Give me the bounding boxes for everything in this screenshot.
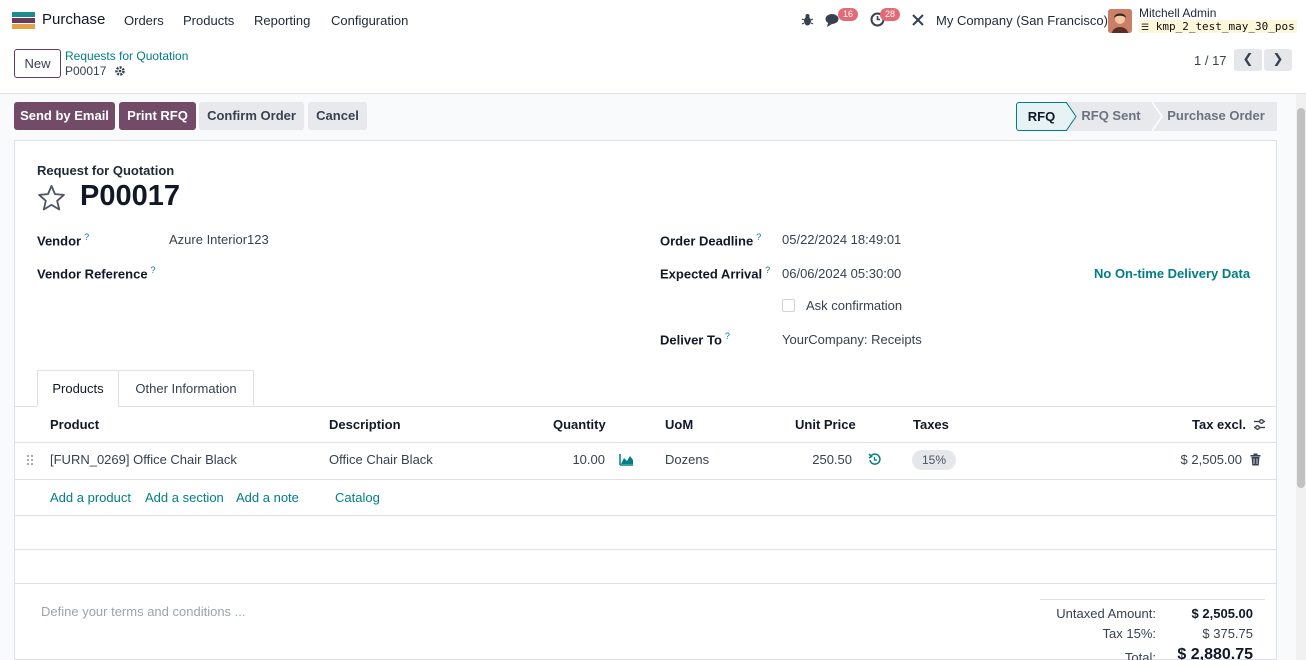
column-header-product[interactable]: Product (50, 417, 99, 432)
tax-label: Tax 15%: (1102, 626, 1156, 641)
table-empty-divider-1 (14, 515, 1277, 516)
optional-columns-toggle-icon[interactable] (1253, 418, 1266, 431)
gear-icon[interactable] (114, 65, 126, 77)
document-number: P00017 (80, 180, 180, 212)
vendor-field[interactable]: Azure Interior123 (169, 232, 269, 247)
help-tooltip-icon[interactable]: ? (765, 265, 770, 275)
terms-and-conditions-field[interactable]: Define your terms and conditions ... (41, 604, 246, 619)
tools-icon[interactable] (911, 13, 925, 27)
row-description[interactable]: Office Chair Black (329, 452, 433, 467)
expected-arrival-label: Expected Arrival? (660, 265, 771, 282)
order-deadline-field[interactable]: 05/22/2024 18:49:01 (782, 232, 901, 247)
menu-reporting[interactable]: Reporting (254, 13, 310, 28)
delete-trash-icon[interactable] (1250, 453, 1261, 466)
menu-orders[interactable]: Orders (124, 13, 164, 28)
forecast-chart-icon[interactable] (619, 453, 634, 466)
app-name[interactable]: Purchase (42, 11, 105, 28)
menu-configuration[interactable]: Configuration (331, 13, 408, 28)
help-tooltip-icon[interactable]: ? (151, 265, 156, 275)
debug-bug-icon[interactable] (801, 13, 814, 27)
row-quantity[interactable]: 10.00 (560, 452, 605, 467)
column-header-description[interactable]: Description (329, 417, 401, 432)
column-header-unit-price[interactable]: Unit Price (795, 417, 856, 432)
column-header-taxes[interactable]: Taxes (913, 417, 949, 432)
row-unit-price[interactable]: 250.50 (800, 452, 852, 467)
tax-badge[interactable]: 15% (912, 450, 956, 470)
row-subtotal: $ 2,505.00 (1180, 452, 1242, 467)
purchase-app-icon[interactable] (12, 12, 35, 29)
user-name[interactable]: Mitchell Admin (1139, 6, 1216, 20)
send-by-email-button[interactable]: Send by Email (14, 102, 115, 130)
status-arrow-1 (1066, 102, 1077, 131)
status-rfq[interactable]: RFQ (1016, 102, 1067, 131)
drag-handle-icon[interactable] (26, 454, 34, 466)
add-section-link[interactable]: Add a section (145, 490, 224, 505)
help-tooltip-icon[interactable]: ? (725, 331, 730, 341)
ask-confirmation-checkbox[interactable] (782, 299, 795, 312)
help-tooltip-icon[interactable]: ? (756, 232, 761, 242)
pager-next-button[interactable]: ❯ (1264, 49, 1292, 71)
database-icon: ☰ (1141, 23, 1150, 33)
total-value: $ 2,880.75 (1177, 646, 1253, 660)
company-switcher[interactable]: My Company (San Francisco) (936, 13, 1108, 28)
help-tooltip-icon[interactable]: ? (84, 232, 89, 242)
vendor-reference-field[interactable] (169, 263, 609, 283)
status-purchase-order[interactable]: Purchase Order (1155, 102, 1277, 131)
untaxed-amount-label: Untaxed Amount: (1056, 606, 1156, 621)
table-empty-divider-3 (14, 583, 1277, 584)
ask-confirmation-label: Ask confirmation (806, 298, 903, 313)
chevron-left-icon: ❮ (1242, 51, 1254, 66)
database-name: ☰ kmp_2_test_may_30_pos (1139, 20, 1297, 33)
table-row-divider (14, 479, 1277, 480)
reset-price-icon[interactable] (868, 453, 881, 466)
pager-previous-button[interactable]: ❮ (1234, 49, 1262, 71)
breadcrumb-record: P00017 (65, 64, 107, 78)
add-product-link[interactable]: Add a product (50, 490, 131, 505)
table-header-divider (14, 442, 1277, 443)
tab-other-information[interactable]: Other Information (118, 370, 254, 407)
total-label: Total: (1124, 650, 1156, 660)
order-deadline-label: Order Deadline? (660, 232, 762, 249)
document-type-label: Request for Quotation (37, 163, 175, 178)
tab-products[interactable]: Products (37, 370, 119, 407)
activities-badge: 28 (880, 8, 901, 21)
vendor-reference-label: Vendor Reference? (37, 265, 156, 282)
add-note-link[interactable]: Add a note (236, 490, 299, 505)
print-rfq-button[interactable]: Print RFQ (119, 102, 196, 130)
status-arrow-2 (1152, 102, 1163, 131)
deliver-to-label: Deliver To? (660, 331, 730, 348)
row-product[interactable]: [FURN_0269] Office Chair Black (50, 452, 237, 467)
column-header-uom[interactable]: UoM (665, 417, 693, 432)
untaxed-amount-value: $ 2,505.00 (1191, 606, 1253, 621)
column-header-tax-excl[interactable]: Tax excl. (1192, 417, 1246, 432)
row-uom[interactable]: Dozens (665, 452, 709, 467)
table-empty-divider-2 (14, 549, 1277, 550)
breadcrumb-rfq-link[interactable]: Requests for Quotation (65, 49, 188, 63)
catalog-link[interactable]: Catalog (335, 490, 380, 505)
deliver-to-field[interactable]: YourCompany: Receipts (782, 332, 922, 347)
expected-arrival-field[interactable]: 06/06/2024 05:30:00 (782, 266, 901, 281)
on-time-delivery-link[interactable]: No On-time Delivery Data (1094, 266, 1250, 281)
star-priority-icon[interactable] (37, 184, 66, 212)
cancel-button[interactable]: Cancel (308, 102, 367, 130)
tax-value: $ 375.75 (1202, 626, 1253, 641)
messages-badge: 16 (838, 8, 859, 21)
vendor-label: Vendor? (37, 232, 90, 249)
new-button[interactable]: New (14, 49, 61, 78)
status-rfq-sent[interactable]: RFQ Sent (1067, 102, 1155, 131)
page-scrollbar-thumb[interactable] (1297, 108, 1305, 488)
confirm-order-button[interactable]: Confirm Order (199, 102, 304, 130)
totals-divider (1040, 599, 1265, 600)
user-avatar[interactable] (1108, 9, 1132, 33)
top-navbar: Purchase Orders Products Reporting Confi… (0, 0, 1306, 40)
column-header-quantity[interactable]: Quantity (553, 417, 606, 432)
pager-value[interactable]: 1 / 17 (1194, 53, 1227, 68)
chevron-right-icon: ❯ (1272, 51, 1284, 66)
menu-products[interactable]: Products (183, 13, 234, 28)
